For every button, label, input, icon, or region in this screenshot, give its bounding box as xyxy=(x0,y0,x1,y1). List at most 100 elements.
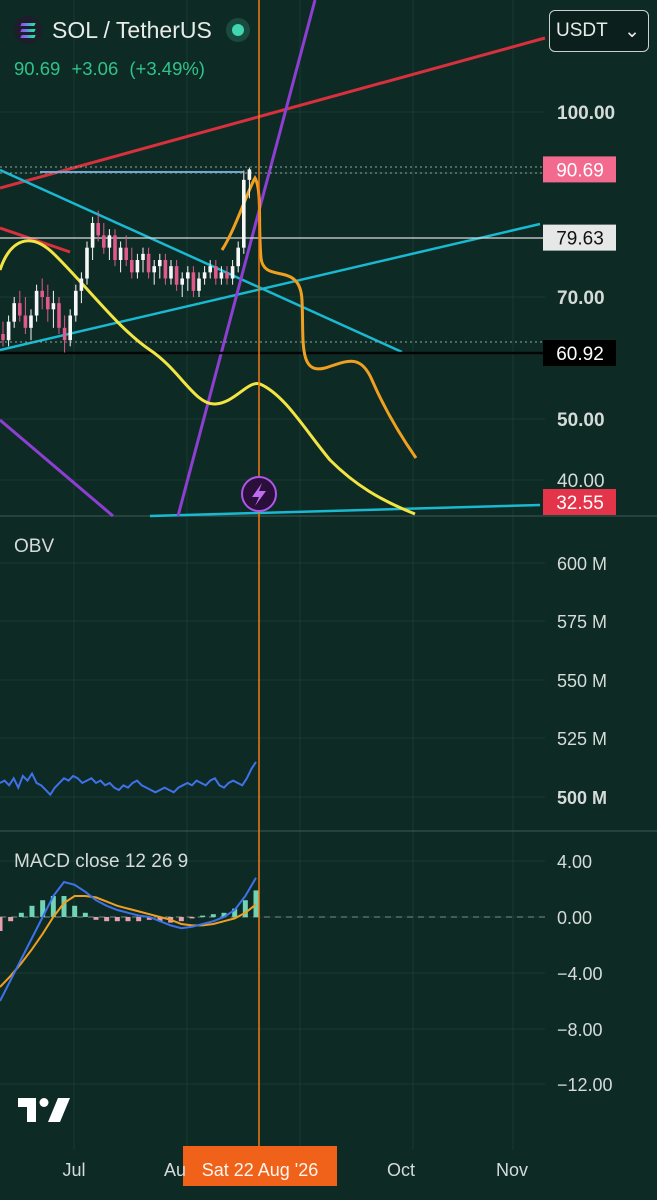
candle[interactable] xyxy=(68,315,72,341)
candle[interactable] xyxy=(130,259,134,273)
candle[interactable] xyxy=(113,235,117,260)
obv-axis-tick: 500 M xyxy=(557,788,607,808)
candle[interactable] xyxy=(186,272,190,279)
candle[interactable] xyxy=(180,278,184,285)
price-change: +3.06 xyxy=(71,58,119,79)
candle[interactable] xyxy=(242,179,246,248)
macd-histogram-bar xyxy=(72,905,78,917)
candle[interactable] xyxy=(85,247,89,279)
price-axis-tick: 50.00 xyxy=(557,410,605,431)
macd-series xyxy=(0,877,545,1002)
candle[interactable] xyxy=(124,247,128,260)
macd-histogram-bar xyxy=(136,917,142,922)
macd-histogram-bar xyxy=(18,912,24,917)
price-label: 90.69 xyxy=(556,160,604,181)
candle[interactable] xyxy=(169,266,173,279)
time-axis-tick: Oct xyxy=(387,1160,415,1180)
candle[interactable] xyxy=(214,266,218,279)
candle[interactable] xyxy=(158,259,162,267)
price-axis-tick: 40.00 xyxy=(557,471,605,492)
candle[interactable] xyxy=(174,266,179,285)
currency-label: USDT xyxy=(556,20,608,41)
market-status-icon xyxy=(225,18,250,42)
price-label: 79.63 xyxy=(556,229,604,250)
candle[interactable] xyxy=(107,235,112,248)
obv-axis-tick: 575 M xyxy=(557,612,607,632)
price-axis: 100.00 70.00 50.00 40.00 90.69 79.63 60.92 32.5… xyxy=(543,103,616,1095)
candle[interactable] xyxy=(230,266,235,279)
macd-axis-tick: −4.00 xyxy=(557,964,603,984)
candle[interactable] xyxy=(46,297,50,310)
candlestick-series xyxy=(1,167,252,353)
obv-axis-tick: 550 M xyxy=(557,671,607,691)
candle[interactable] xyxy=(23,315,28,328)
purple-lower-trendline[interactable] xyxy=(0,418,114,518)
tradingview-logo-icon xyxy=(18,1098,70,1122)
macd-histogram-bar xyxy=(0,917,3,931)
candle[interactable] xyxy=(102,235,106,248)
candle[interactable] xyxy=(29,315,33,328)
candle[interactable] xyxy=(152,266,156,273)
obv-pane-title: OBV xyxy=(14,536,54,557)
candle[interactable] xyxy=(197,278,201,291)
candle[interactable] xyxy=(135,259,140,273)
candle[interactable] xyxy=(90,222,95,248)
candle[interactable] xyxy=(57,303,61,328)
price-label: 60.92 xyxy=(556,344,604,365)
macd-axis-tick: 0.00 xyxy=(557,908,592,928)
candle[interactable] xyxy=(6,321,11,341)
pane-labels: OBV MACD close 12 26 9 xyxy=(14,536,188,872)
price-change-line: 90.69 +3.06 (+3.49%) xyxy=(14,58,211,80)
candle[interactable] xyxy=(225,272,229,279)
candle[interactable] xyxy=(247,169,252,180)
cyan-support-line[interactable] xyxy=(149,503,541,518)
obv-series xyxy=(0,761,257,797)
macd-histogram-bar xyxy=(104,917,110,922)
candle[interactable] xyxy=(18,303,22,316)
macd-histogram-bar xyxy=(29,905,35,917)
candle[interactable] xyxy=(202,272,207,279)
crosshair: Sat 22 Aug '26 xyxy=(183,0,337,1186)
candle[interactable] xyxy=(208,266,212,273)
macd-axis-tick: 4.00 xyxy=(557,852,592,872)
currency-select-button[interactable]: USDT ⌄ xyxy=(549,10,649,52)
candle[interactable] xyxy=(79,278,84,291)
candle[interactable] xyxy=(236,247,240,267)
symbol-title: SOL / TetherUS xyxy=(52,16,212,43)
price-label: 32.55 xyxy=(556,493,604,514)
last-price: 90.69 xyxy=(14,58,61,79)
symbol-header[interactable]: SOL / TetherUS xyxy=(14,16,250,44)
candle[interactable] xyxy=(40,290,44,297)
macd-histogram-bar xyxy=(253,890,259,917)
candle[interactable] xyxy=(219,272,224,279)
candle[interactable] xyxy=(118,247,123,260)
chevron-down-icon: ⌄ xyxy=(624,20,640,42)
macd-histogram-bar xyxy=(93,917,99,920)
candle[interactable] xyxy=(74,290,78,316)
candle[interactable] xyxy=(1,334,5,341)
candle[interactable] xyxy=(141,253,145,260)
trading-chart[interactable]: Sat 22 Aug '26 100.00 70.00 50.00 40.00 90.6… xyxy=(0,0,657,1200)
candle[interactable] xyxy=(62,327,67,341)
macd-histogram-bar xyxy=(178,917,184,922)
time-axis-tick: Jul xyxy=(62,1160,85,1180)
macd-histogram-bar xyxy=(82,912,88,917)
candle[interactable] xyxy=(146,253,151,273)
solana-logo-icon xyxy=(14,16,42,44)
candle[interactable] xyxy=(163,259,168,279)
macd-axis-tick: −12.00 xyxy=(557,1075,613,1095)
macd-axis-tick: −8.00 xyxy=(557,1020,603,1040)
candle[interactable] xyxy=(51,303,56,310)
candle[interactable] xyxy=(12,303,16,322)
candle[interactable] xyxy=(96,222,100,236)
price-axis-tick: 100.00 xyxy=(557,103,615,124)
macd-histogram-bar xyxy=(200,915,206,917)
candle[interactable] xyxy=(34,290,39,316)
macd-histogram-bar xyxy=(114,917,120,922)
price-axis-tick: 70.00 xyxy=(557,288,605,309)
candle[interactable] xyxy=(191,272,196,291)
obv-line[interactable] xyxy=(0,761,257,797)
orange-projection-curve[interactable] xyxy=(220,175,418,459)
macd-pane-title: MACD close 12 26 9 xyxy=(14,851,188,872)
price-change-pct: (+3.49%) xyxy=(129,58,205,79)
